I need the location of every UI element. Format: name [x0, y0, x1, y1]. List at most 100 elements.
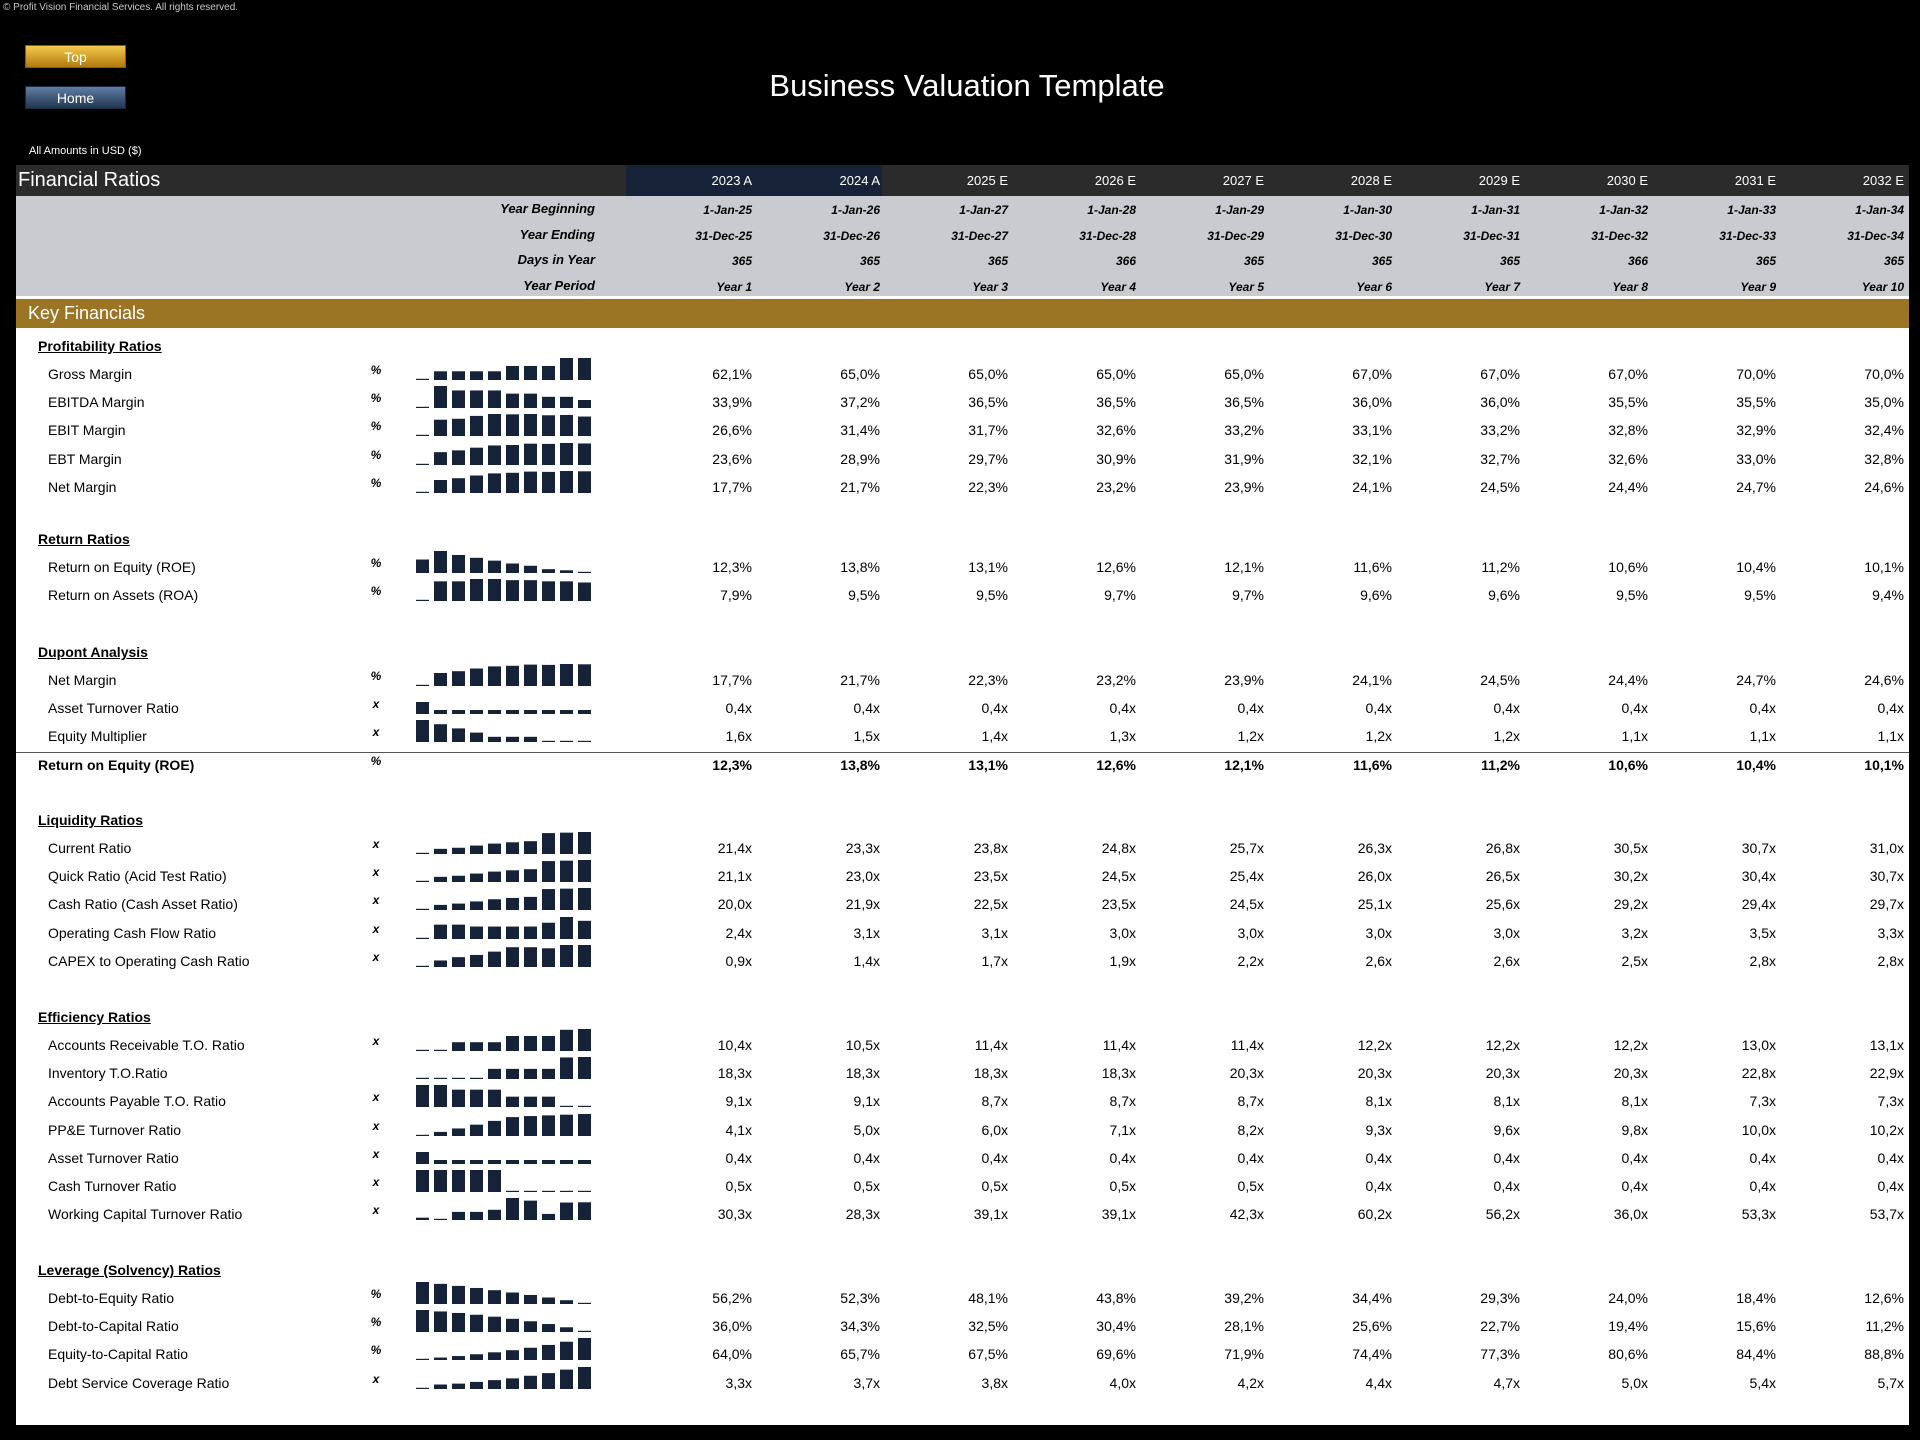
section-title: Leverage (Solvency) Ratios — [38, 1262, 221, 1278]
sparkline-bar — [542, 889, 555, 911]
sparkline-bar — [506, 1198, 519, 1221]
ratio-value: 12,6% — [1096, 559, 1136, 575]
ratio-value: 20,0x — [717, 896, 752, 913]
ratio-value: 32,4% — [1864, 422, 1904, 439]
ratio-value: 24,5x — [1101, 868, 1136, 885]
sparkline-bar — [542, 1097, 555, 1108]
sparkline-bar — [542, 1372, 555, 1389]
ratio-value: 9,7% — [1232, 587, 1264, 604]
sparkline-bar — [416, 720, 429, 743]
sparkline-bar — [560, 358, 573, 380]
ratio-value: 8,7x — [1109, 1093, 1136, 1110]
ratio-value: 9,6% — [1360, 587, 1392, 604]
sparkline-chart — [416, 702, 591, 715]
sparkline-bar — [470, 371, 483, 380]
sparkline-bar — [524, 737, 537, 743]
ratio-value: 7,3x — [1877, 1093, 1904, 1110]
sparkline-bar — [524, 580, 537, 602]
ratio-value: 11,4x — [1102, 1037, 1136, 1053]
sparkline-bar — [452, 956, 465, 967]
unit-symbol: x — [372, 1371, 380, 1386]
key-financials-banner: Key Financials — [16, 299, 1909, 328]
sparkline-bar — [488, 871, 501, 883]
ratio-value: 5,0x — [1621, 1374, 1648, 1391]
sparkline-bar — [452, 1170, 465, 1192]
period-cell: 1-Jan-28 — [1087, 203, 1136, 217]
ratio-value: 31,4% — [840, 422, 880, 439]
sparkline-bar — [578, 571, 591, 573]
ratio-value: 28,3x — [845, 1206, 880, 1223]
sparkline-bar — [506, 1036, 519, 1051]
sparkline-bar — [560, 1327, 573, 1333]
sparkline-bar — [542, 861, 555, 883]
ratio-value: 32,5% — [968, 1318, 1008, 1335]
ratio-value: 65,0% — [968, 366, 1008, 382]
unit-symbol: x — [372, 1175, 380, 1189]
ratio-value: 8,2x — [1237, 1121, 1264, 1138]
sparkline-bar — [452, 371, 465, 380]
sheet-title: Financial Ratios — [18, 169, 161, 191]
unit-symbol: % — [370, 447, 382, 462]
top-button[interactable]: Top — [25, 45, 126, 68]
ratio-value: 1,7x — [981, 952, 1008, 969]
unit-symbol: % — [370, 556, 382, 570]
ratio-value: 32,8% — [1608, 422, 1648, 439]
sparkline-bar — [434, 724, 447, 743]
ratio-value: 0,5x — [725, 1178, 752, 1194]
period-cell: 365 — [1243, 254, 1264, 268]
ratio-value: 36,5% — [1096, 394, 1136, 411]
sparkline-bar — [506, 737, 519, 743]
ratio-value: 26,3x — [1357, 840, 1392, 856]
sparkline-chart — [416, 860, 591, 883]
ratio-value: 24,6% — [1864, 478, 1904, 495]
period-cell: 31-Dec-33 — [1719, 228, 1776, 243]
sparkline-bar — [524, 841, 537, 854]
year-header: 2030 E — [1606, 173, 1648, 188]
sparkline-bar — [560, 741, 573, 743]
ratio-value: 2,5x — [1621, 952, 1648, 969]
unit-symbol: x — [372, 1203, 380, 1218]
period-cell: 365 — [1883, 254, 1904, 268]
period-cell: Year 5 — [1228, 279, 1264, 294]
sparkline-bar — [434, 371, 447, 380]
sparkline-bar — [488, 473, 501, 493]
section-title: Dupont Analysis — [38, 644, 148, 660]
ratio-value: 10,1% — [1864, 559, 1904, 575]
year-header: 2028 E — [1350, 173, 1392, 188]
ratio-value: 0,5x — [1109, 1178, 1136, 1194]
ratio-value: 70,0% — [1864, 366, 1904, 382]
period-cell: 1-Jan-34 — [1855, 203, 1904, 217]
ratio-value: 24,5% — [1480, 672, 1520, 688]
unit-symbol: x — [372, 865, 380, 880]
sparkline-bar — [452, 710, 465, 715]
sparkline-bar — [452, 1090, 465, 1108]
sparkline-bar — [488, 1316, 501, 1333]
ratio-value: 13,1x — [1869, 1037, 1904, 1053]
sparkline-bar — [560, 397, 573, 409]
sparkline-bar — [488, 926, 501, 939]
sparkline-bar — [416, 1134, 429, 1136]
ratios-sheet: Financial Ratios 2023 A 2024 A 2025 E 2026 … — [16, 165, 1909, 1425]
sparkline-bar — [578, 1029, 591, 1051]
sparkline-bar — [506, 563, 519, 573]
ratio-value: 13,8% — [840, 559, 880, 575]
sparkline-bar — [470, 1124, 483, 1136]
ratio-value: 43,8% — [1096, 1290, 1136, 1306]
ratio-value: 12,2x — [1485, 1037, 1520, 1053]
ratio-value: 23,5x — [973, 868, 1008, 885]
sparkline-bar — [452, 581, 465, 602]
period-cell: 366 — [1115, 254, 1136, 268]
section-title: Return Ratios — [38, 531, 130, 547]
ratio-value: 24,5x — [1229, 896, 1264, 913]
sparkline-bar — [452, 1212, 465, 1221]
sparkline-bar — [452, 847, 465, 854]
unit-symbol: % — [370, 1315, 382, 1330]
period-cell: 1-Jan-29 — [1215, 203, 1264, 217]
sparkline-bar — [506, 1318, 519, 1333]
ratio-label: Asset Turnover Ratio — [48, 700, 179, 717]
ratio-value: 20,3x — [1485, 1065, 1520, 1082]
sparkline-bar — [506, 1116, 519, 1136]
sparkline-bar — [434, 420, 447, 437]
sparkline-chart — [416, 944, 591, 967]
sparkline-bar — [524, 869, 537, 883]
